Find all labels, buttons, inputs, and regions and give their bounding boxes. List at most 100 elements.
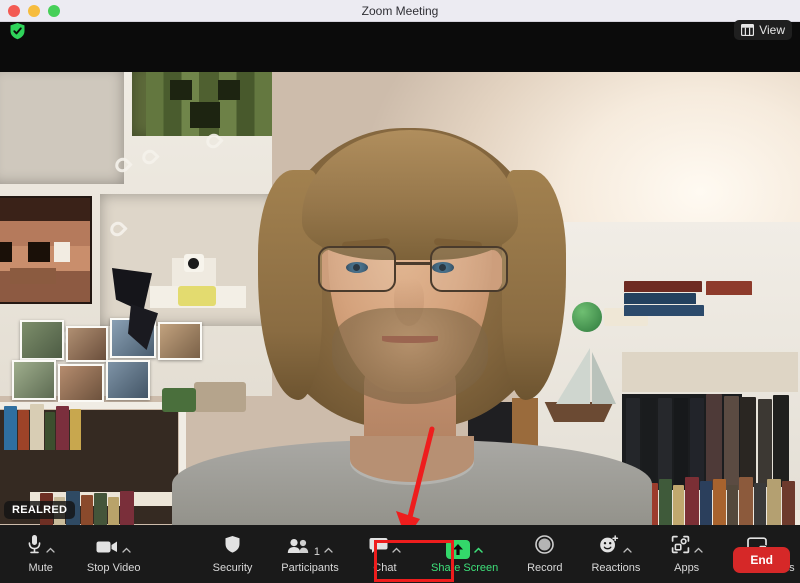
end-meeting-button[interactable]: End [733, 547, 790, 573]
zoom-meeting-window: Zoom Meeting View REALRED Mute Stop Vide… [0, 0, 800, 583]
shelf-object [162, 388, 196, 412]
book [724, 396, 739, 490]
stop-video-button[interactable]: Stop Video [81, 535, 146, 574]
lens-left [318, 246, 396, 292]
meeting-info-bar [0, 22, 800, 72]
pixel-block [28, 242, 50, 262]
chevron-up-icon[interactable] [623, 546, 633, 555]
pixel-block [190, 102, 220, 128]
shelf-cell [0, 72, 124, 184]
shirt-collar [350, 436, 474, 482]
book [4, 406, 17, 450]
record-button[interactable]: Record [521, 534, 568, 574]
share-screen-button[interactable]: Share Screen [426, 535, 504, 574]
stop-video-label: Stop Video [86, 561, 141, 574]
microphone-icon [27, 534, 42, 559]
view-button[interactable]: View [734, 20, 792, 40]
book [685, 477, 699, 525]
shield-icon [224, 535, 241, 559]
apps-button[interactable]: Apps [664, 535, 710, 574]
glasses-bridge [396, 262, 430, 265]
chevron-up-icon[interactable] [474, 546, 483, 555]
lens-right [430, 246, 508, 292]
meeting-toolbar: Mute Stop Video Security 1 Participants … [0, 525, 800, 583]
beard [332, 308, 488, 404]
security-button[interactable]: Security [207, 535, 258, 574]
security-label: Security [212, 561, 253, 574]
book [18, 410, 29, 450]
photo [20, 320, 64, 360]
camera-lens [188, 258, 199, 269]
pixel-block [10, 268, 56, 284]
book [706, 281, 752, 295]
window-titlebar: Zoom Meeting [0, 0, 800, 22]
book [30, 404, 44, 450]
reactions-button[interactable]: Reactions [586, 534, 646, 574]
book [673, 485, 684, 525]
record-circle-icon [535, 534, 555, 559]
view-button-label: View [759, 23, 785, 37]
globe-object [572, 302, 602, 332]
chevron-up-icon[interactable] [694, 546, 703, 555]
participant-name-badge: REALRED [4, 501, 76, 519]
participants-count: 1 [313, 545, 321, 558]
photo [106, 360, 150, 400]
participant-video-tile[interactable]: REALRED [0, 72, 800, 525]
shield-check-icon[interactable] [9, 22, 26, 40]
mute-button[interactable]: Mute [18, 534, 64, 574]
video-scene [0, 72, 800, 525]
book [713, 479, 726, 525]
book [727, 485, 738, 525]
book [706, 394, 722, 490]
book [754, 483, 766, 525]
chevron-up-icon[interactable] [46, 546, 55, 555]
book [767, 479, 781, 525]
grid-layout-icon [741, 23, 755, 37]
shelf-cell [622, 352, 798, 392]
smiley-plus-icon [599, 534, 619, 559]
photo [58, 364, 104, 402]
book [624, 293, 696, 304]
reactions-label: Reactions [591, 561, 641, 574]
photo [158, 322, 202, 360]
book [758, 399, 772, 487]
book [45, 412, 55, 450]
book [739, 477, 753, 525]
window-title: Zoom Meeting [361, 4, 439, 18]
book [120, 491, 134, 525]
mute-label: Mute [28, 561, 53, 574]
share-screen-up-arrow-icon [446, 539, 471, 559]
book [56, 406, 69, 450]
book [740, 397, 756, 487]
chevron-up-icon[interactable] [324, 546, 333, 555]
book [624, 305, 704, 316]
share-screen-label: Share Screen [431, 561, 499, 574]
participants-label: Participants [281, 561, 339, 574]
book [108, 497, 119, 525]
person-figure [172, 110, 652, 525]
participants-button[interactable]: 1 Participants [276, 535, 344, 574]
shelf-object [194, 382, 246, 412]
photo [12, 360, 56, 400]
book [658, 398, 672, 490]
chevron-up-icon[interactable] [122, 546, 131, 555]
people-icon [287, 538, 310, 559]
book [94, 493, 107, 525]
book [659, 479, 672, 525]
pixel-block [218, 80, 240, 100]
apps-label: Apps [674, 561, 700, 574]
book [700, 481, 712, 525]
chat-button[interactable]: Chat [362, 535, 408, 574]
book [81, 495, 93, 525]
book [624, 281, 702, 292]
apps-bracket-icon [671, 535, 690, 559]
video-camera-icon [96, 539, 118, 559]
pixel-block [0, 242, 12, 262]
book [773, 395, 789, 487]
chat-label: Chat [373, 561, 397, 574]
speech-bubble-icon [369, 537, 388, 559]
book [782, 481, 795, 525]
chevron-up-icon[interactable] [392, 546, 401, 555]
record-label: Record [527, 561, 563, 574]
pixel-block [170, 80, 192, 100]
